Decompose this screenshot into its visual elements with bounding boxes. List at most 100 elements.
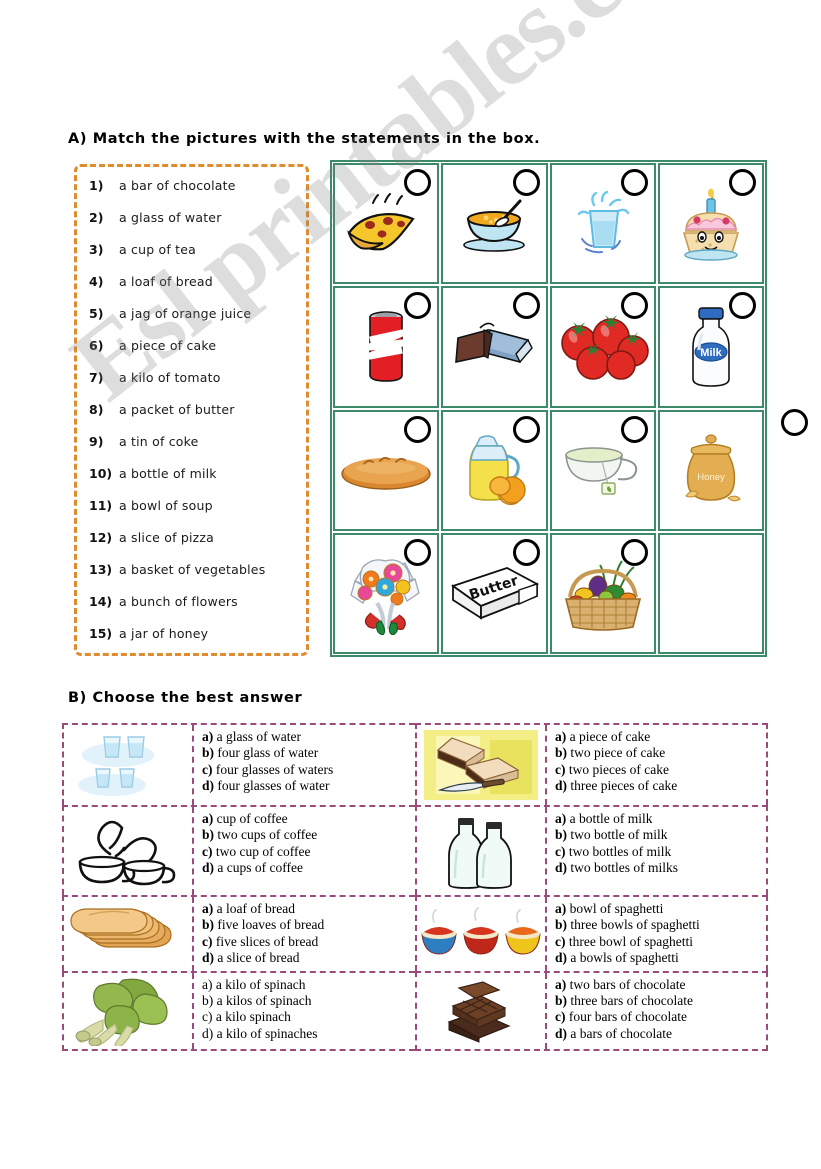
picture-cell-coke-can-icon[interactable] (333, 286, 440, 408)
picture-cell-bread-loaf-icon[interactable] (333, 409, 440, 531)
choice-option[interactable]: a) a kilo of spinach (202, 977, 415, 993)
choice-option[interactable]: a) bowl of spaghetti (555, 901, 766, 917)
option-text: three pieces of cake (567, 778, 678, 794)
option-text: four glasses of waters (212, 761, 334, 777)
answer-circle[interactable] (512, 292, 540, 320)
statement-text: a piece of cake (119, 338, 217, 353)
option-text: a kilo spinach (212, 1009, 291, 1025)
choice-option[interactable]: c) a kilo spinach (202, 1009, 415, 1025)
choice-option[interactable]: a) two bars of chocolate (555, 977, 766, 993)
choice-option[interactable]: b) four glass of water (202, 745, 415, 761)
answer-circle[interactable] (620, 292, 648, 320)
option-letter: d) (555, 1025, 568, 1041)
picture-cell-cupcake-icon[interactable] (657, 163, 764, 285)
option-letter: c) (202, 761, 213, 777)
choice-option[interactable]: c) two cup of coffee (202, 844, 415, 860)
option-letter: a) (555, 811, 567, 826)
statement-number: 5) (89, 306, 104, 321)
option-letter: c) (555, 933, 566, 949)
statement-text: a kilo of tomato (119, 370, 221, 385)
picture-cell-vegetable-basket-icon[interactable] (549, 532, 656, 654)
answer-circle[interactable] (512, 169, 540, 196)
choice-option[interactable]: c) four glasses of waters (202, 762, 415, 778)
picture-cell-tomatoes-icon[interactable] (549, 286, 656, 408)
choice-option[interactable]: d) a bowls of spaghetti (555, 950, 766, 966)
picture-cell-cup-of-tea-icon[interactable] (549, 409, 656, 531)
choice-option-list: a) bowl of spaghetti b) three bowls of sp… (547, 897, 766, 971)
choice-option[interactable]: a) cup of coffee (202, 811, 415, 827)
choice-option[interactable]: b) two cups of coffee (202, 827, 415, 843)
option-letter: a) (202, 976, 213, 992)
choice-option[interactable]: d) a bars of chocolate (555, 1026, 766, 1042)
choice-option[interactable]: a) a loaf of bread (202, 901, 415, 917)
statement-text: a bunch of flowers (119, 594, 238, 609)
choice-option[interactable]: b) a kilos of spinach (202, 993, 415, 1009)
choice-option[interactable]: b) five loaves of bread (202, 917, 415, 933)
choice-option[interactable]: c) two pieces of cake (555, 762, 766, 778)
statement-text: a bottle of milk (119, 466, 217, 481)
option-text: four glasses of water (214, 778, 330, 794)
choice-option[interactable]: b) two piece of cake (555, 745, 766, 761)
choice-option-list: a) a kilo of spinach b) a kilos of spinac… (194, 972, 415, 1049)
option-letter: c) (202, 843, 213, 859)
choice-option[interactable]: d) a kilo of spinaches (202, 1026, 415, 1042)
choice-option[interactable]: c) five slices of bread (202, 934, 415, 950)
option-letter: c) (555, 843, 566, 859)
option-text: a cups of coffee (214, 860, 303, 876)
answer-circle[interactable] (512, 538, 540, 566)
choice-option[interactable]: d) three pieces of cake (555, 778, 766, 794)
option-text: a bottle of milk (566, 811, 653, 826)
statement-text: a basket of vegetables (119, 562, 266, 577)
statement-text: a loaf of bread (119, 274, 213, 289)
choice-option[interactable]: a) a bottle of milk (555, 811, 766, 827)
option-text: three bowl of spaghetti (565, 933, 693, 949)
choice-option[interactable]: b) two bottle of milk (555, 827, 766, 843)
answer-circle[interactable] (404, 415, 432, 443)
choice-option[interactable]: d) four glasses of water (202, 778, 415, 794)
option-letter: b) (202, 917, 215, 933)
choice-option[interactable]: d) two bottles of milks (555, 860, 766, 876)
option-letter: a) (202, 901, 214, 916)
picture-cell-honey-jar-icon[interactable]: Honey (657, 409, 764, 531)
option-letter: d) (555, 778, 568, 794)
statement-text: a tin of coke (119, 434, 199, 449)
choice-option[interactable]: c) two bottles of milk (555, 844, 766, 860)
picture-cell-flower-bouquet-icon[interactable] (333, 532, 440, 654)
choice-option-list: a) a glass of water b) four glass of wate… (194, 725, 415, 805)
option-letter: b) (202, 993, 214, 1009)
picture-cell-butter-packet-icon[interactable]: Butter (441, 532, 548, 654)
picture-cell-juice-jug-icon[interactable] (441, 409, 548, 531)
choice-option[interactable]: a) a glass of water (202, 729, 415, 745)
option-letter: d) (202, 950, 215, 966)
picture-cell-chocolate-bar-icon[interactable] (441, 286, 548, 408)
option-text: a piece of cake (566, 729, 651, 744)
picture-cell-empty-cell[interactable] (657, 532, 764, 654)
answer-circle[interactable] (729, 169, 756, 196)
answer-circle[interactable] (404, 538, 432, 566)
statement-number: 2) (89, 210, 104, 225)
statement-number: 7) (89, 370, 104, 385)
answer-circle[interactable] (620, 169, 648, 196)
choice-question: a) a glass of water b) four glass of wate… (62, 723, 415, 805)
choice-option[interactable]: c) four bars of chocolate (555, 1009, 766, 1025)
choice-option[interactable]: b) three bowls of spaghetti (555, 917, 766, 933)
choice-option[interactable]: d) a cups of coffee (202, 860, 415, 876)
picture-cell-glass-of-water-icon[interactable] (549, 163, 656, 285)
picture-cell-pizza-slice-icon[interactable] (333, 163, 440, 285)
answer-circle-outside-grid[interactable] (781, 409, 808, 436)
choice-option[interactable]: a) a piece of cake (555, 729, 766, 745)
choice-option[interactable]: d) a slice of bread (202, 950, 415, 966)
four-glasses-of-water-icon (64, 725, 194, 805)
statement-item: 13) a basket of vegetables (77, 562, 306, 594)
option-letter: b) (555, 745, 568, 761)
choice-option[interactable]: b) three bars of chocolate (555, 993, 766, 1009)
picture-cell-milk-bottle-icon[interactable]: Milk (657, 286, 764, 408)
choice-option[interactable]: c) three bowl of spaghetti (555, 934, 766, 950)
statement-item: 12) a slice of pizza (77, 530, 306, 562)
option-text: four glass of water (214, 745, 319, 761)
answer-circle[interactable] (620, 415, 648, 443)
two-coffee-cups-icon (64, 807, 194, 895)
answer-circle[interactable] (512, 415, 540, 443)
answer-circle[interactable] (620, 538, 648, 566)
picture-cell-bowl-of-soup-icon[interactable] (441, 163, 548, 285)
